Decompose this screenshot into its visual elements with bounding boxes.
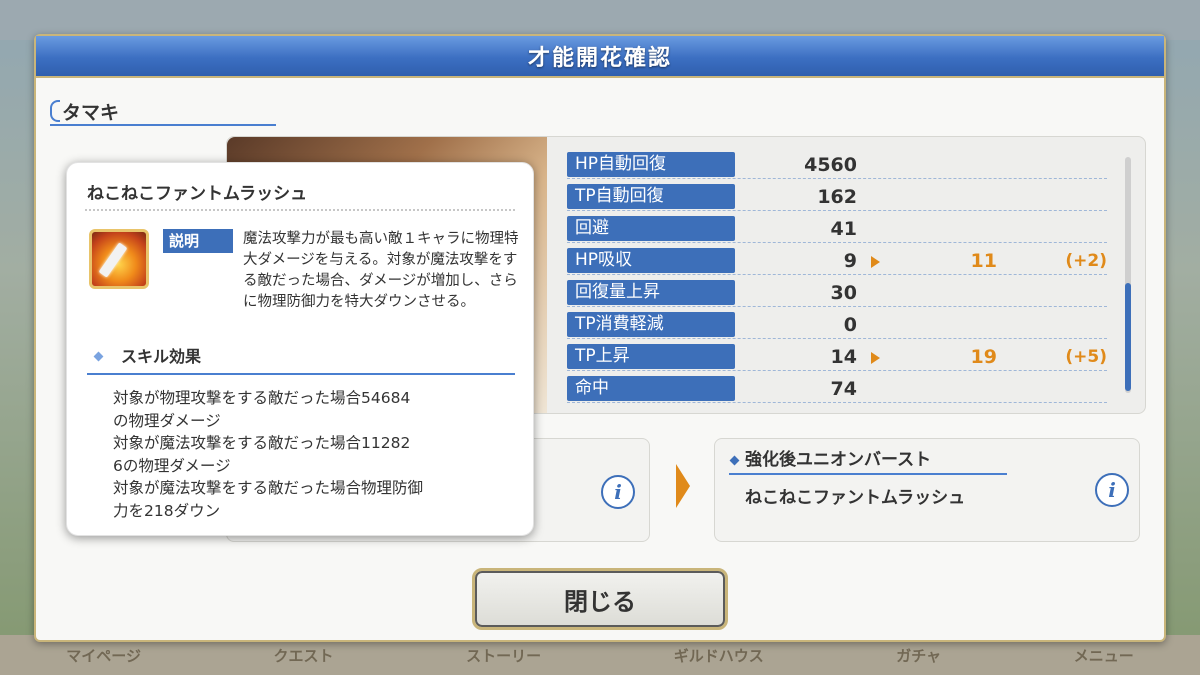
info-icon[interactable]: i xyxy=(601,475,635,509)
stat-label: 命中 xyxy=(567,376,735,401)
skill-icon xyxy=(89,229,149,289)
stat-row-hp-drain: HP吸収 9 11 (+2) xyxy=(567,247,1107,275)
character-name-heading: タマキ xyxy=(50,96,276,126)
popup-skill-name: ねこねこファントムラッシュ xyxy=(87,184,308,204)
effect-line: 対象が魔法攻撃をする敵だった場合物理防御 xyxy=(113,479,424,497)
union-burst-header-label: 強化後ユニオンバースト xyxy=(745,450,932,470)
union-burst-name: ねこねこファントムラッシュ xyxy=(745,488,966,508)
diamond-bullet-icon xyxy=(93,351,104,362)
dialog-title: 才能開花確認 xyxy=(527,46,672,71)
stat-new-value: 11 xyxy=(970,250,997,272)
stat-diff: (+2) xyxy=(1065,251,1107,271)
stat-row-tp-regen: TP自動回復 162 xyxy=(567,183,1107,211)
stat-row-heal-up: 回復量上昇 30 xyxy=(567,279,1107,307)
stat-label: 回避 xyxy=(567,216,735,241)
stat-diff: (+5) xyxy=(1065,347,1107,367)
stat-value: 4560 xyxy=(804,154,857,176)
description-label: 説明 xyxy=(163,229,233,253)
skill-effects-label: スキル効果 xyxy=(121,347,202,366)
enhanced-union-burst-box: 強化後ユニオンバースト ねこねこファントムラッシュ i xyxy=(714,438,1140,542)
stat-value: 162 xyxy=(817,186,857,208)
effect-line: 6の物理ダメージ xyxy=(113,456,231,475)
effect-line: の物理ダメージ xyxy=(113,411,221,430)
stats-scrollbar[interactable] xyxy=(1125,157,1131,393)
stat-value: 0 xyxy=(843,314,857,336)
effect-line: 力を218ダウン xyxy=(113,501,221,520)
stat-label: HP自動回復 xyxy=(567,152,735,177)
scrollbar-thumb[interactable] xyxy=(1125,283,1131,391)
diamond-bullet-icon xyxy=(729,455,740,466)
stat-label: TP消費軽減 xyxy=(567,312,735,337)
skill-detail-popup: ねこねこファントムラッシュ 説明 魔法攻撃力が最も高い敵１キャラに物理特大ダメー… xyxy=(66,162,534,536)
skill-effects-list: 対象が物理攻撃をする敵だった場合54684 の物理ダメージ 対象が魔法攻撃をする… xyxy=(113,387,493,522)
stat-value: 14 xyxy=(830,346,857,368)
stat-label: TP上昇 xyxy=(567,344,735,369)
union-burst-header: 強化後ユニオンバースト xyxy=(729,447,1007,475)
increase-arrow-icon xyxy=(871,256,880,268)
close-button[interactable]: 閉じる xyxy=(472,568,728,630)
stat-value: 9 xyxy=(843,250,857,272)
skill-description: 魔法攻撃力が最も高い敵１キャラに物理特大ダメージを与える。対象が魔法攻撃をする敵… xyxy=(243,231,519,310)
divider xyxy=(85,209,515,211)
stat-value: 30 xyxy=(830,282,857,304)
stat-new-value: 19 xyxy=(970,346,997,368)
stat-row-accuracy: 命中 74 xyxy=(567,375,1107,403)
character-name: タマキ xyxy=(62,102,120,124)
upgrade-arrow-icon xyxy=(676,464,690,508)
stat-label: HP吸収 xyxy=(567,248,735,273)
stat-row-tp-boost: TP上昇 14 19 (+5) xyxy=(567,343,1107,371)
stat-value: 74 xyxy=(830,378,857,400)
stat-row-tp-reduce: TP消費軽減 0 xyxy=(567,311,1107,339)
increase-arrow-icon xyxy=(871,352,880,364)
info-icon[interactable]: i xyxy=(1095,473,1129,507)
stat-row-dodge: 回避 41 xyxy=(567,215,1107,243)
stat-row-hp-regen: HP自動回復 4560 xyxy=(567,151,1107,179)
effect-line: 対象が物理攻撃をする敵だった場合54684 xyxy=(113,389,411,407)
stat-label: 回復量上昇 xyxy=(567,280,735,305)
dialog-header: 才能開花確認 xyxy=(36,36,1164,78)
skill-effects-header: スキル効果 xyxy=(87,343,515,375)
close-button-label: 閉じる xyxy=(564,587,636,616)
stat-label: TP自動回復 xyxy=(567,184,735,209)
stat-value: 41 xyxy=(830,218,857,240)
heading-ornament xyxy=(50,100,60,122)
effect-line: 対象が魔法攻撃をする敵だった場合11282 xyxy=(113,434,411,452)
